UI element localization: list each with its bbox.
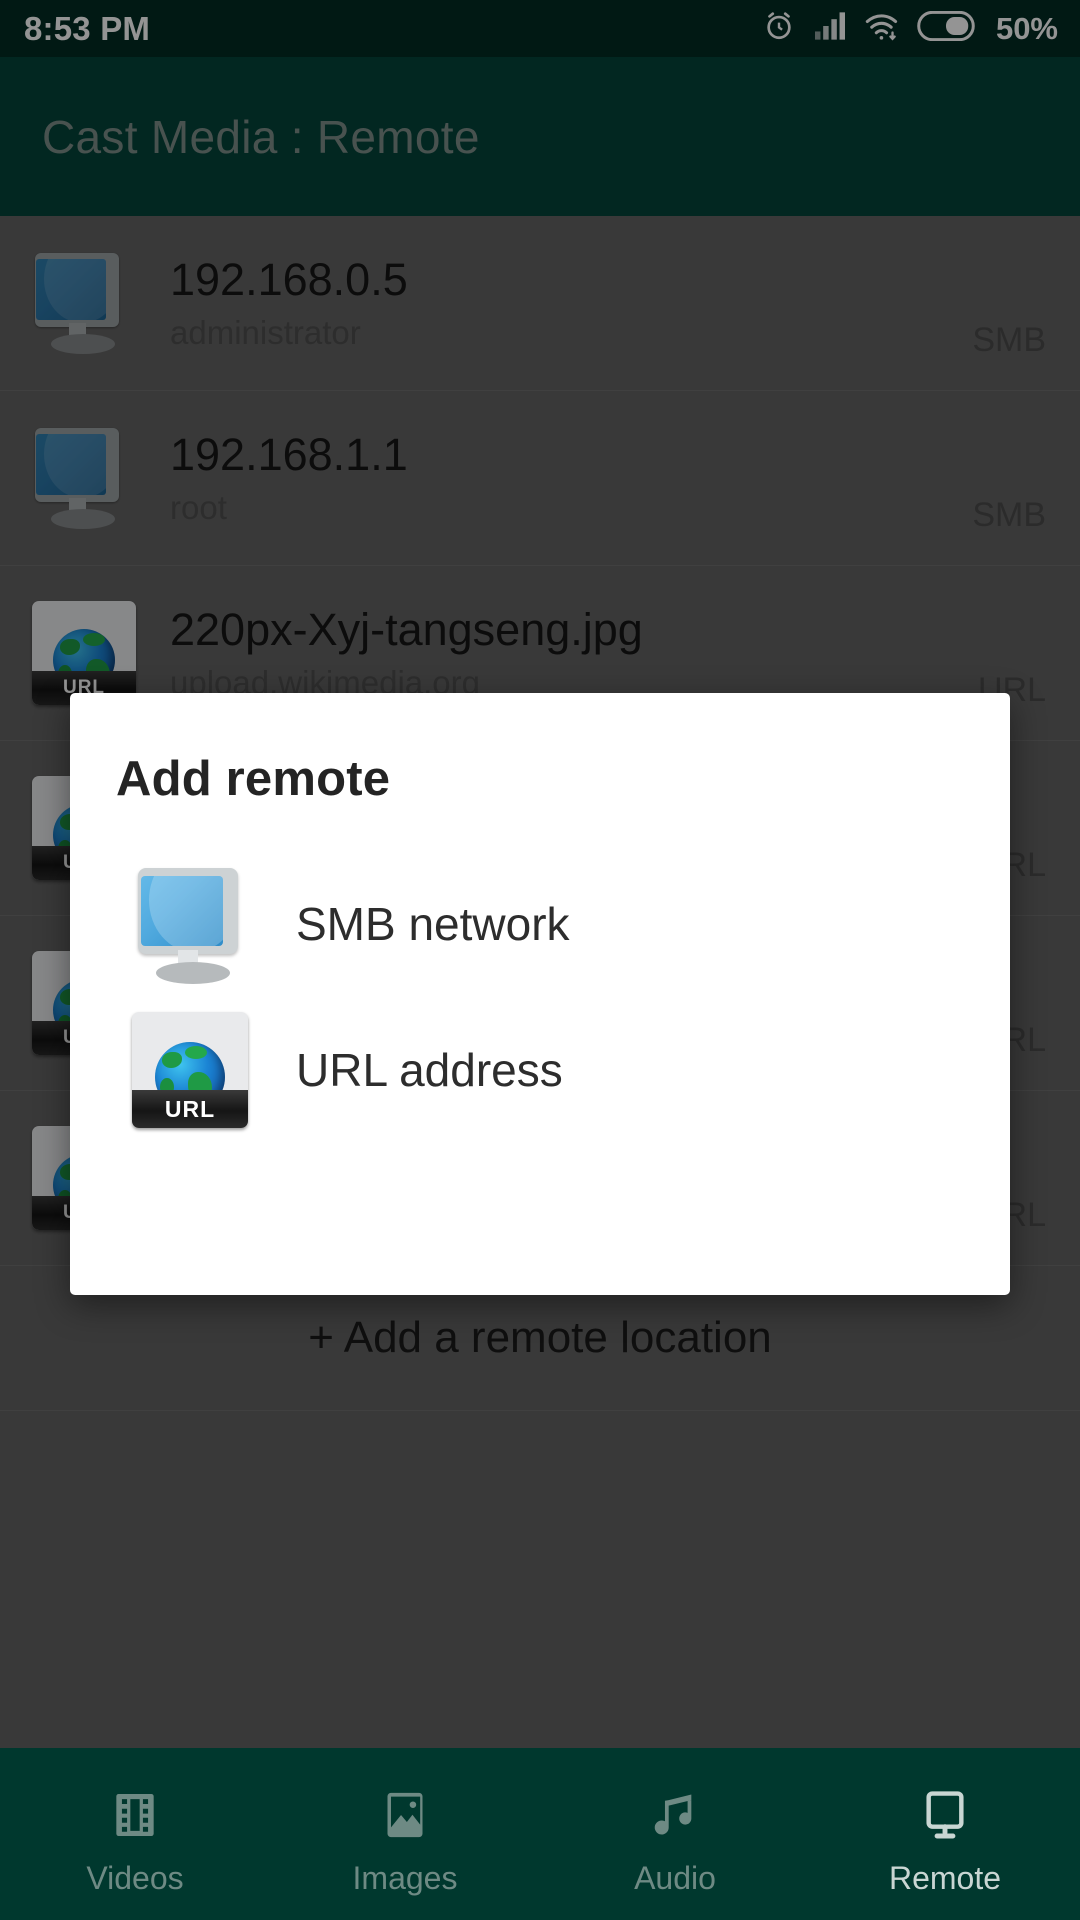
wifi-icon: [864, 11, 900, 47]
list-item-text: 220px-Xyj-tangseng.jpg upload.wikimedia.…: [148, 605, 964, 701]
list-item-text: 192.168.1.1 root: [148, 430, 958, 526]
monitor-icon: [20, 428, 148, 529]
image-icon: [377, 1778, 433, 1852]
url-icon: URL: [20, 601, 148, 705]
nav-tab-images[interactable]: Images: [270, 1748, 540, 1920]
status-bar: 8:53 PM 50%: [0, 0, 1080, 57]
status-icons: 50%: [762, 9, 1058, 48]
page-title: Cast Media : Remote: [42, 110, 480, 163]
film-icon: [107, 1778, 163, 1852]
monitor-icon: [917, 1778, 973, 1852]
url-icon: URL: [132, 1012, 252, 1128]
status-clock: 8:53 PM: [24, 9, 151, 47]
add-remote-dialog: Add remote SMB network URL URL address: [70, 693, 1010, 1295]
nav-tab-label: Audio: [634, 1859, 716, 1896]
list-item-badge: SMB: [972, 496, 1046, 534]
dialog-option-smb-network[interactable]: SMB network: [70, 851, 1010, 997]
dialog-options: SMB network URL URL address: [70, 807, 1010, 1143]
nav-tab-videos[interactable]: Videos: [0, 1748, 270, 1920]
add-remote-location-label: + Add a remote location: [308, 1313, 772, 1362]
list-item-title: 192.168.1.1: [170, 430, 408, 480]
dialog-option-label: URL address: [296, 1044, 563, 1096]
battery-icon: [917, 10, 975, 46]
monitor-icon: [132, 868, 252, 984]
nav-tab-label: Remote: [888, 1859, 1002, 1896]
list-item-text: 192.168.0.5 administrator: [148, 255, 958, 351]
nav-tab-audio[interactable]: Audio: [540, 1748, 810, 1920]
signal-icon: [813, 11, 847, 46]
list-item-title: 192.168.0.5: [170, 255, 408, 305]
url-badge-text: URL: [164, 1095, 216, 1122]
battery-percent-label: 50%: [995, 10, 1058, 46]
music-icon: [647, 1778, 703, 1852]
list-item-title: 220px-Xyj-tangseng.jpg: [170, 605, 643, 655]
dialog-title: Add remote: [116, 752, 391, 806]
monitor-icon: [20, 253, 148, 354]
alarm-icon: [762, 9, 796, 48]
dialog-option-url-address[interactable]: URL URL address: [70, 997, 1010, 1143]
bottom-navigation: Videos Images Audio Remote: [0, 1748, 1080, 1920]
list-item[interactable]: 192.168.1.1 root SMB: [0, 391, 1080, 566]
nav-tab-label: Images: [352, 1859, 458, 1896]
list-item[interactable]: 192.168.0.5 administrator SMB: [0, 216, 1080, 391]
app-bar: Cast Media : Remote: [0, 57, 1080, 216]
list-item-subtitle: root: [170, 488, 227, 526]
nav-tab-label: Videos: [86, 1859, 184, 1896]
list-item-badge: SMB: [972, 321, 1046, 359]
dialog-option-label: SMB network: [296, 898, 570, 950]
list-item-subtitle: administrator: [170, 313, 361, 351]
nav-tab-remote[interactable]: Remote: [810, 1748, 1080, 1920]
